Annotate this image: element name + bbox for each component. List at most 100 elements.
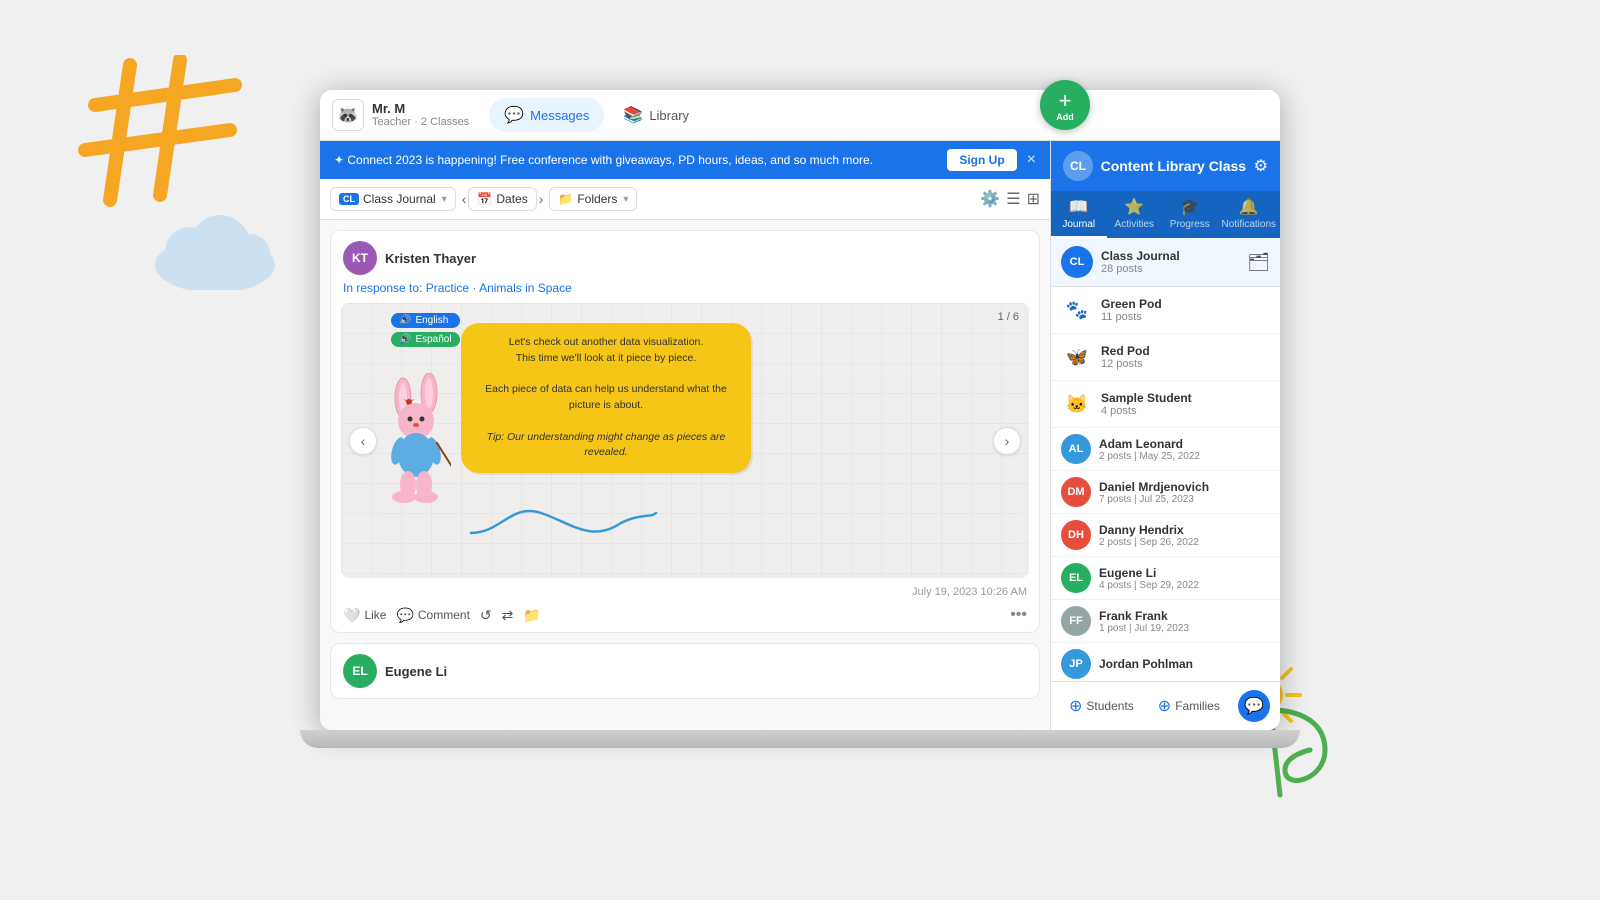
chat-button[interactable]: 💬 <box>1238 690 1270 722</box>
pod-name: Sample Student <box>1101 391 1270 405</box>
avatar: KT <box>343 241 377 275</box>
audio-icon: 🔊 <box>399 315 411 326</box>
tab-journal[interactable]: 📖 Journal <box>1051 191 1107 238</box>
add-students-button[interactable]: ⊕ Students <box>1061 692 1142 720</box>
families-label: Families <box>1175 699 1220 713</box>
folders-icon: 📁 <box>558 192 573 206</box>
cloud-decoration <box>150 210 280 295</box>
spanish-audio-button[interactable]: 🔊 Español <box>391 332 460 347</box>
tab-messages-label: Messages <box>530 108 589 123</box>
post-actions: 🤍 Like 💬 Comment ↺ <box>343 602 1027 624</box>
slide-prev-button[interactable]: ‹ <box>349 427 377 455</box>
bubble-line-4: Tip: Our understanding might change as p… <box>475 430 737 462</box>
activities-tab-icon: ⭐ <box>1124 197 1144 217</box>
like-button[interactable]: 🤍 Like <box>343 607 386 624</box>
comment-label: Comment <box>418 608 470 622</box>
class-journal-section[interactable]: CL Class Journal 28 posts 🗂 <box>1051 238 1280 287</box>
posts-area: KT Kristen Thayer In response to: Practi… <box>320 220 1050 730</box>
list-item[interactable]: DH Danny Hendrix 2 posts | Sep 26, 2022 <box>1051 514 1280 557</box>
chat-icon: 💬 <box>1244 696 1264 716</box>
folders-label: Folders <box>577 192 617 206</box>
progress-tab-icon: 🎓 <box>1180 197 1200 217</box>
add-families-button[interactable]: ⊕ Families <box>1150 692 1228 720</box>
share-button[interactable]: ⇄ <box>502 607 514 624</box>
audio-buttons: 🔊 English 🔊 Español <box>391 313 460 347</box>
list-item[interactable]: JP Jordan Pohlman <box>1051 643 1280 681</box>
pod-name: Green Pod <box>1101 297 1270 311</box>
student-avatar: AL <box>1061 434 1091 464</box>
dates-filter-select[interactable]: 📅 Dates <box>468 187 536 211</box>
grid-view-button[interactable]: ⊞ <box>1027 189 1040 209</box>
center-panel: ✦ Connect 2023 is happening! Free confer… <box>320 141 1050 730</box>
tab-progress[interactable]: 🎓 Progress <box>1162 191 1218 238</box>
date-prev-button[interactable]: ‹ <box>462 191 467 207</box>
pod-name: Red Pod <box>1101 344 1270 358</box>
pod-row[interactable]: 🦋 Red Pod 12 posts <box>1051 334 1280 381</box>
filter-options-button[interactable]: ⚙️ <box>980 189 1000 209</box>
view-controls: ⚙️ ☰ ⊞ <box>980 189 1040 209</box>
banner-close-button[interactable]: × <box>1027 151 1036 169</box>
add-students-icon: ⊕ <box>1069 696 1082 716</box>
teacher-text-block: Mr. M Teacher · 2 Classes <box>372 101 469 130</box>
announcement-banner: ✦ Connect 2023 is happening! Free confer… <box>320 141 1050 179</box>
list-view-button[interactable]: ☰ <box>1006 189 1020 209</box>
character-illustration <box>381 373 451 508</box>
sidebar-title: Content Library Class <box>1093 158 1254 174</box>
bubble-line-1: Let's check out another data visualizati… <box>475 335 737 351</box>
settings-icon[interactable]: ⚙ <box>1254 156 1268 176</box>
list-item[interactable]: DM Daniel Mrdjenovich 7 posts | Jul 25, … <box>1051 471 1280 514</box>
slide-content: Let's check out another data visualizati… <box>381 323 989 558</box>
heart-icon: 🤍 <box>343 607 360 624</box>
right-sidebar: CL Content Library Class ⚙ 📖 Journal ⭐ A… <box>1050 141 1280 730</box>
progress-tab-label: Progress <box>1170 219 1210 230</box>
student-info: Adam Leonard 2 posts | May 25, 2022 <box>1099 437 1270 462</box>
folder-button[interactable]: 📁 <box>523 607 540 624</box>
english-audio-button[interactable]: 🔊 English <box>391 313 460 328</box>
comment-button[interactable]: 💬 Comment <box>396 607 469 624</box>
tab-notifications[interactable]: 🔔 Notifications <box>1218 191 1280 238</box>
add-families-icon: ⊕ <box>1158 696 1171 716</box>
student-name: Frank Frank <box>1099 609 1270 623</box>
bubble-line-2: This time we'll look at it piece by piec… <box>475 351 737 367</box>
post-content: 1 / 6 ‹ › 🔊 English <box>331 303 1039 578</box>
sidebar-footer: ⊕ Students ⊕ Families 💬 <box>1051 681 1280 730</box>
pod-row[interactable]: 🐾 Green Pod 11 posts <box>1051 287 1280 334</box>
pod-meta: 12 posts <box>1101 358 1270 370</box>
pod-row[interactable]: 🐱 Sample Student 4 posts <box>1051 381 1280 428</box>
sign-up-button[interactable]: Sign Up <box>947 149 1016 171</box>
red-pod-avatar: 🦋 <box>1061 341 1093 373</box>
translate-button[interactable]: ↺ <box>480 607 492 624</box>
journal-filter-select[interactable]: CL Class Journal ▾ <box>330 187 456 211</box>
folders-filter-select[interactable]: 📁 Folders ▾ <box>549 187 637 211</box>
bubble-line-3: Each piece of data can help us understan… <box>475 382 737 414</box>
like-label: Like <box>364 608 386 622</box>
laptop-base <box>300 730 1300 748</box>
student-name: Daniel Mrdjenovich <box>1099 480 1270 494</box>
student-meta: 2 posts | Sep 26, 2022 <box>1099 537 1270 548</box>
student-avatar: FF <box>1061 606 1091 636</box>
add-fab-button[interactable]: + Add <box>1040 80 1090 130</box>
tab-library-label: Library <box>649 108 689 123</box>
list-item[interactable]: EL Eugene Li 4 posts | Sep 29, 2022 <box>1051 557 1280 600</box>
english-label: English <box>415 315 448 326</box>
tab-library[interactable]: 📚 Library <box>608 98 704 132</box>
tab-messages[interactable]: 💬 Messages <box>489 98 604 132</box>
list-item[interactable]: FF Frank Frank 1 post | Jul 19, 2023 <box>1051 600 1280 643</box>
plus-icon: + <box>1059 88 1072 114</box>
folder-icon: 📁 <box>523 607 540 624</box>
student-name: Jordan Pohlman <box>1099 657 1270 671</box>
teacher-role: Teacher · 2 Classes <box>372 116 469 129</box>
date-next-button[interactable]: › <box>539 191 544 207</box>
laptop-screen: 🦝 Mr. M Teacher · 2 Classes 💬 Messages 📚 <box>320 90 1280 730</box>
list-item[interactable]: AL Adam Leonard 2 posts | May 25, 2022 <box>1051 428 1280 471</box>
hashtag-decoration <box>75 55 255 220</box>
slide-next-button[interactable]: › <box>993 427 1021 455</box>
notifications-tab-icon: 🔔 <box>1239 197 1259 217</box>
teacher-avatar-emoji: 🦝 <box>337 105 359 126</box>
student-meta: 7 posts | Jul 25, 2023 <box>1099 494 1270 505</box>
more-options-button[interactable]: ••• <box>1010 606 1027 624</box>
tab-activities[interactable]: ⭐ Activities <box>1107 191 1163 238</box>
post-in-response: In response to: Practice · Animals in Sp… <box>331 281 1039 303</box>
student-name: Eugene Li <box>1099 566 1270 580</box>
student-meta: 1 post | Jul 19, 2023 <box>1099 623 1270 634</box>
